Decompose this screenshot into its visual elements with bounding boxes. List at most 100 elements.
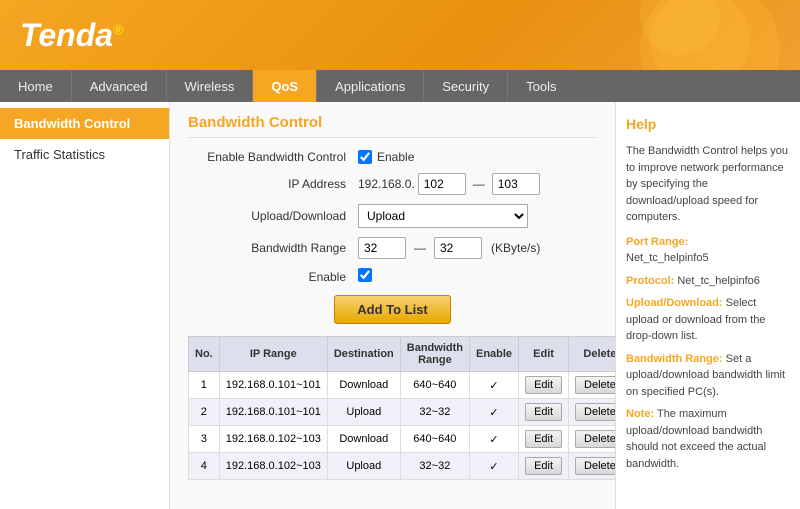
help-note-label: Note: [626,408,654,420]
nav-item-tools[interactable]: Tools [508,70,574,102]
bandwidth-label: Bandwidth Range [188,241,358,255]
cell-no: 1 [189,372,220,399]
table-row: 2 192.168.0.101~101 Upload 32~32 ✓ Edit … [189,399,616,426]
cell-destination: Upload [327,399,400,426]
cell-no: 3 [189,426,220,453]
cell-destination: Download [327,426,400,453]
sidebar-item-traffic-statistics[interactable]: Traffic Statistics [0,139,169,170]
table-header-row: No. IP Range Destination Bandwidth Range… [189,337,616,372]
bandwidth-control: — (KByte/s) [358,237,540,259]
content-area: Bandwidth Control Enable Bandwidth Contr… [170,102,615,509]
upload-control: Upload Download [358,204,528,228]
bandwidth-from-input[interactable] [358,237,406,259]
help-port-range-label: Port Range: [626,236,688,248]
cell-no: 4 [189,453,220,480]
col-ip-range: IP Range [219,337,327,372]
cell-destination: Upload [327,453,400,480]
table-row: 3 192.168.0.102~103 Download 640~640 ✓ E… [189,426,616,453]
form-row-upload: Upload/Download Upload Download [188,204,597,228]
enable-control: Enable [358,150,414,164]
cell-delete: Delete [569,426,615,453]
enable-label: Enable Bandwidth Control [188,150,358,164]
edit-button[interactable]: Edit [525,376,562,394]
bandwidth-table: No. IP Range Destination Bandwidth Range… [188,336,615,480]
col-edit: Edit [519,337,569,372]
bandwidth-dash: — [410,241,430,255]
help-protocol: Protocol: Net_tc_helpinfo6 [626,273,790,290]
help-upload: Upload/Download: Select upload or downlo… [626,295,790,345]
help-port-range-text: Net_tc_helpinfo5 [626,252,709,264]
delete-button[interactable]: Delete [575,376,615,394]
add-to-list-button[interactable]: Add To List [334,295,451,324]
form-row-bandwidth: Bandwidth Range — (KByte/s) [188,237,597,259]
delete-button[interactable]: Delete [575,403,615,421]
col-delete: Delete [569,337,615,372]
help-port-range: Port Range: Net_tc_helpinfo5 [626,234,790,267]
cell-ip-range: 192.168.0.102~103 [219,453,327,480]
enable2-control [358,268,372,285]
nav-item-advanced[interactable]: Advanced [72,70,167,102]
cell-bandwidth: 640~640 [400,426,469,453]
help-intro: The Bandwidth Control helps you to impro… [626,143,790,226]
table-container: No. IP Range Destination Bandwidth Range… [188,336,597,480]
edit-button[interactable]: Edit [525,403,562,421]
ip-from-input[interactable] [418,173,466,195]
cell-bandwidth: 32~32 [400,453,469,480]
col-bandwidth: Bandwidth Range [400,337,469,372]
sidebar-item-bandwidth-control[interactable]: Bandwidth Control [0,108,169,139]
delete-button[interactable]: Delete [575,457,615,475]
nav-item-wireless[interactable]: Wireless [167,70,254,102]
cell-delete: Delete [569,372,615,399]
cell-edit: Edit [519,372,569,399]
col-destination: Destination [327,337,400,372]
help-protocol-text: Net_tc_helpinfo6 [677,275,760,287]
edit-button[interactable]: Edit [525,457,562,475]
nav-item-applications[interactable]: Applications [317,70,424,102]
form: Enable Bandwidth Control Enable IP Addre… [188,150,597,324]
help-upload-label: Upload/Download: [626,297,723,309]
ip-prefix: 192.168.0. [358,177,415,191]
table-row: 1 192.168.0.101~101 Download 640~640 ✓ E… [189,372,616,399]
col-enable: Enable [469,337,518,372]
nav-item-security[interactable]: Security [424,70,508,102]
enable-checkbox-label: Enable [377,150,414,164]
delete-button[interactable]: Delete [575,430,615,448]
col-no: No. [189,337,220,372]
cell-ip-range: 192.168.0.101~101 [219,372,327,399]
bandwidth-to-input[interactable] [434,237,482,259]
bandwidth-unit: (KByte/s) [491,241,540,255]
cell-bandwidth: 32~32 [400,399,469,426]
nav-item-home[interactable]: Home [0,70,72,102]
cell-ip-range: 192.168.0.101~101 [219,399,327,426]
form-row-ip: IP Address 192.168.0. — [188,173,597,195]
cell-enable: ✓ [469,453,518,480]
upload-select[interactable]: Upload Download [358,204,528,228]
nav-bar: Home Advanced Wireless QoS Applications … [0,70,800,102]
cell-enable: ✓ [469,426,518,453]
form-row-enable2: Enable [188,268,597,285]
add-btn-container: Add To List [188,295,597,324]
logo: Tenda® [20,17,123,54]
ip-label: IP Address [188,177,358,191]
ip-to-input[interactable] [492,173,540,195]
cell-enable: ✓ [469,372,518,399]
help-protocol-label: Protocol: [626,275,674,287]
cell-edit: Edit [519,453,569,480]
help-title: Help [626,114,790,135]
cell-delete: Delete [569,399,615,426]
cell-delete: Delete [569,453,615,480]
form-row-enable: Enable Bandwidth Control Enable [188,150,597,164]
cell-destination: Download [327,372,400,399]
enable2-checkbox[interactable] [358,268,372,282]
help-note: Note: The maximum upload/download bandwi… [626,406,790,472]
edit-button[interactable]: Edit [525,430,562,448]
help-panel: Help The Bandwidth Control helps you to … [615,102,800,509]
nav-item-qos[interactable]: QoS [253,70,317,102]
enable2-label: Enable [188,270,358,284]
main-area: Bandwidth Control Traffic Statistics Ban… [0,102,800,509]
help-bandwidth: Bandwidth Range: Set a upload/download b… [626,351,790,401]
cell-enable: ✓ [469,399,518,426]
ip-control: 192.168.0. — [358,173,540,195]
cell-no: 2 [189,399,220,426]
enable-checkbox[interactable] [358,150,372,164]
